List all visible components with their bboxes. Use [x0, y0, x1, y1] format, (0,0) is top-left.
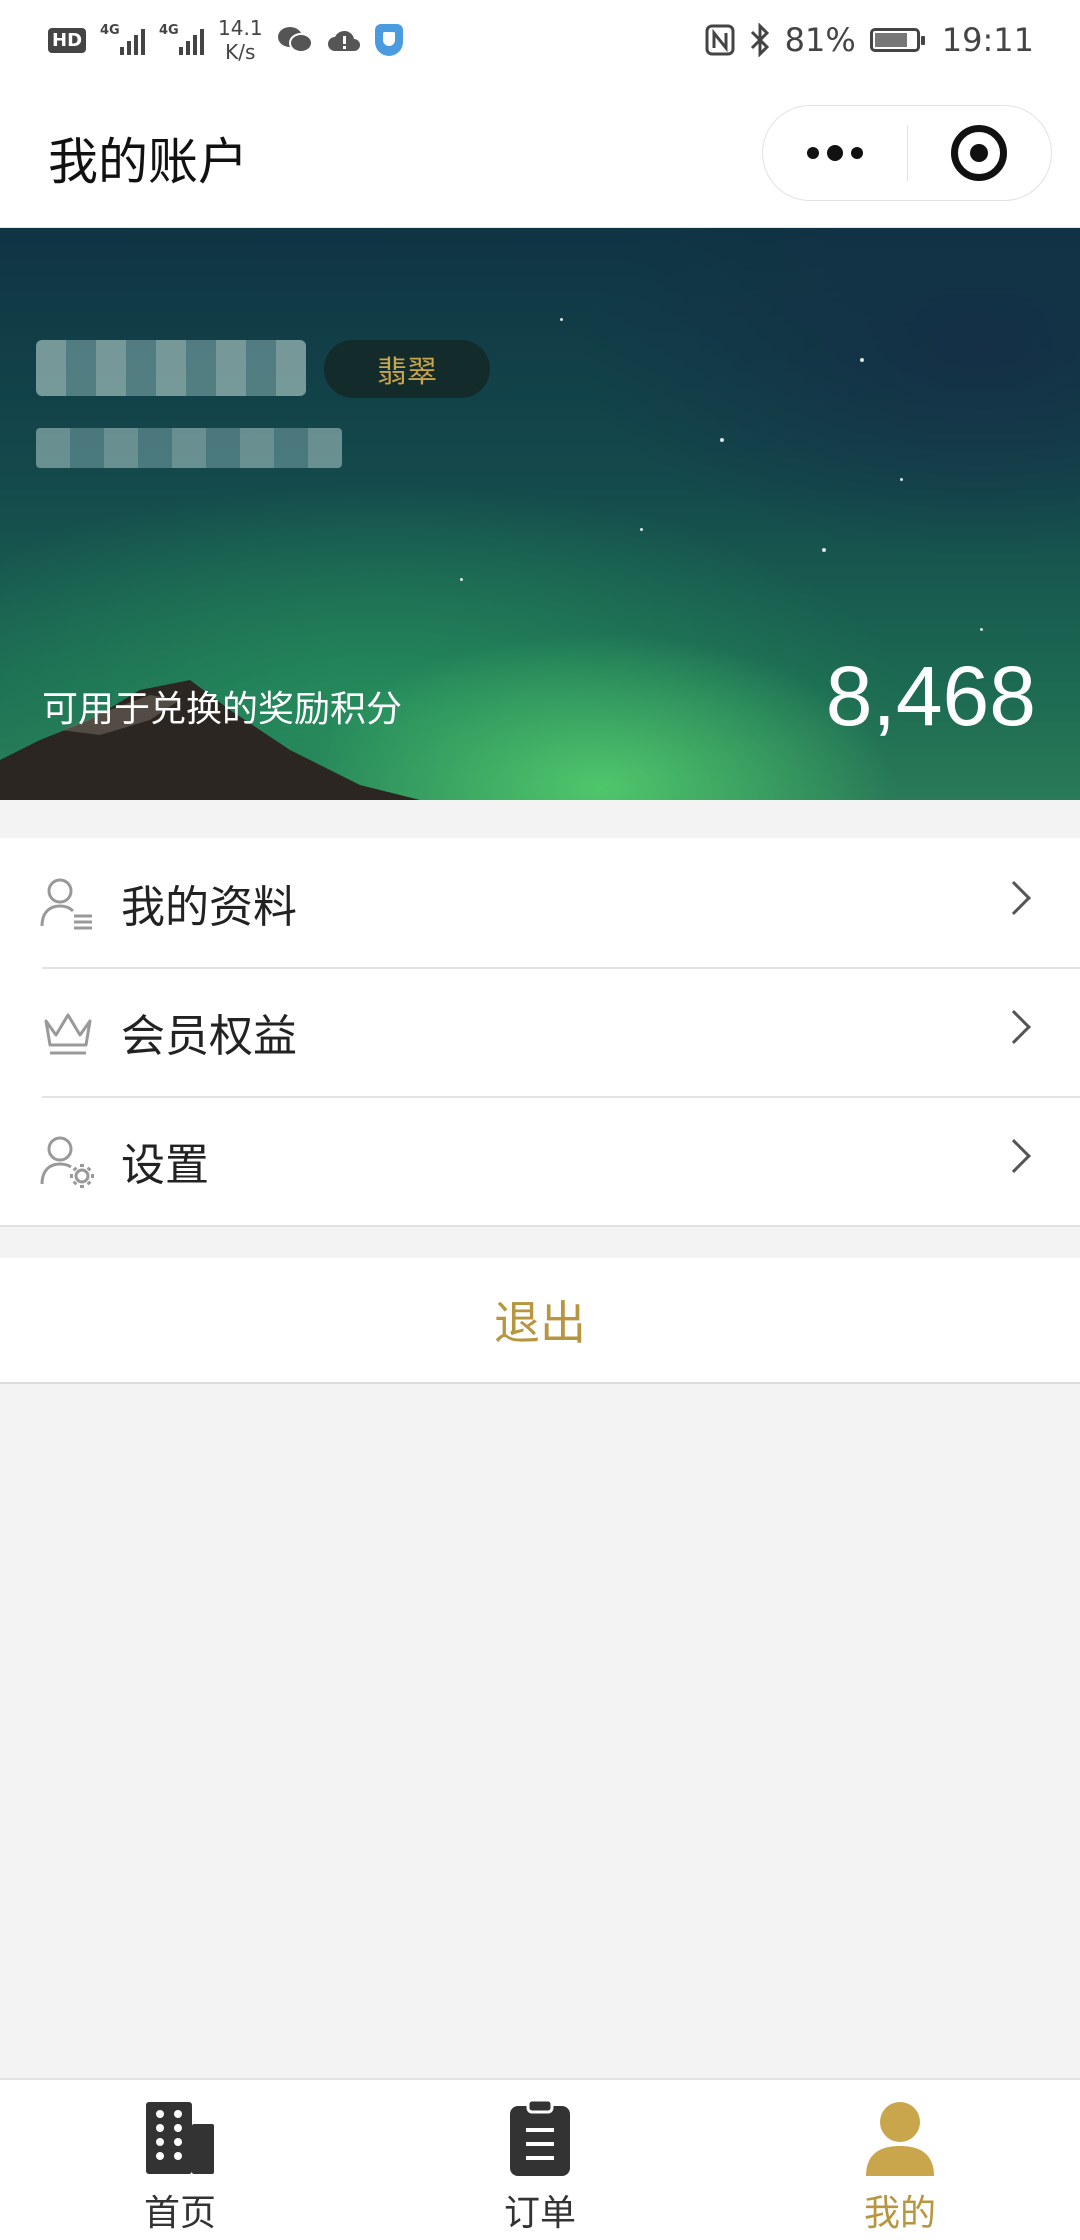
menu-label-profile: 我的资料 — [121, 881, 297, 933]
menu-label-settings: 设置 — [121, 1139, 209, 1191]
user-icon — [866, 2102, 934, 2176]
profile-list-icon — [40, 878, 92, 930]
menu-item-settings[interactable]: 设置 — [0, 1096, 1080, 1225]
bottom-tab-bar: 首页 订单 我的 — [0, 2078, 1080, 2240]
account-menu: 我的资料 会员权益 设置 — [0, 838, 1080, 1227]
speed-value: 14.1 — [218, 16, 263, 40]
signal-label-2: 4G — [159, 23, 179, 38]
menu-label-benefits: 会员权益 — [121, 1010, 297, 1062]
status-bar: HD 4G 4G 14.1 K/s 81% 19:11 — [0, 0, 1080, 80]
chevron-right-icon — [997, 1139, 1031, 1173]
target-icon — [951, 125, 1008, 181]
page-title: 我的账户 — [48, 133, 248, 191]
battery-icon — [869, 28, 925, 52]
chevron-right-icon — [997, 881, 1031, 915]
nfc-icon — [705, 24, 735, 56]
status-bar-right: 81% 19:11 — [705, 21, 1034, 59]
cloud-icon — [327, 30, 360, 51]
close-button[interactable] — [908, 106, 1052, 200]
battery-percent: 81% — [784, 21, 856, 59]
points-label: 可用于兑换的奖励积分 — [42, 689, 403, 730]
tab-label-home: 首页 — [143, 2193, 216, 2234]
more-button[interactable] — [763, 106, 907, 200]
tab-home[interactable]: 首页 — [0, 2080, 360, 2240]
tab-label-mine: 我的 — [863, 2193, 936, 2234]
crown-icon — [44, 1013, 92, 1055]
menu-item-benefits[interactable]: 会员权益 — [0, 967, 1080, 1096]
mini-program-capsule — [762, 105, 1052, 201]
status-bar-left: HD 4G 4G 14.1 K/s — [48, 16, 403, 64]
title-bar: 我的账户 — [0, 80, 1080, 228]
bluetooth-icon — [750, 23, 769, 57]
speed-unit: K/s — [225, 40, 256, 64]
status-time: 19:11 — [941, 21, 1034, 59]
shield-icon — [374, 24, 403, 56]
building-icon — [146, 2102, 214, 2174]
tab-orders[interactable]: 订单 — [360, 2080, 720, 2240]
network-speed: 14.1 K/s — [218, 16, 263, 64]
member-name-blurred — [36, 340, 306, 396]
clipboard-icon — [510, 2098, 570, 2176]
signal-icon: 4G — [100, 23, 146, 55]
member-id-blurred — [36, 428, 342, 468]
more-dots-icon — [806, 145, 863, 161]
hd-badge: HD — [48, 27, 87, 53]
points-value: 8,468 — [825, 649, 1036, 743]
wechat-icon — [277, 27, 313, 53]
signal-label: 4G — [100, 23, 120, 38]
user-settings-icon — [40, 1136, 94, 1188]
chevron-right-icon — [997, 1010, 1031, 1044]
signal-icon-2: 4G — [159, 23, 205, 55]
tab-mine[interactable]: 我的 — [720, 2080, 1080, 2240]
tier-badge: 翡翠 — [324, 340, 490, 398]
account-hero: 翡翠 可用于兑换的奖励积分 8,468 — [0, 228, 1080, 800]
logout-button[interactable]: 退出 — [0, 1258, 1080, 1384]
tab-label-orders: 订单 — [503, 2193, 576, 2234]
menu-item-profile[interactable]: 我的资料 — [0, 838, 1080, 967]
